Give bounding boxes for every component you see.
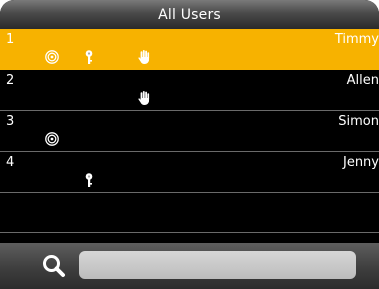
user-id: 2 [6, 73, 15, 88]
table-row[interactable]: 4 Jenny [0, 152, 379, 193]
search-icon[interactable] [40, 252, 68, 280]
user-name: Timmy [334, 32, 379, 47]
search-bar [0, 243, 379, 289]
device-screen: All Users 1 Timmy 2 Allen 3 Simon 4 Jenn… [0, 0, 379, 289]
key-icon [81, 49, 97, 65]
palm-icon [136, 90, 152, 106]
table-row[interactable]: 2 Allen [0, 70, 379, 111]
table-row[interactable]: 1 Timmy [0, 29, 379, 70]
fingerprint-icon [44, 131, 60, 147]
user-id: 1 [6, 32, 15, 47]
user-name: Simon [338, 114, 379, 129]
key-icon [81, 172, 97, 188]
user-id: 4 [6, 155, 15, 170]
page-title: All Users [158, 6, 221, 23]
empty-list-row [0, 193, 379, 233]
palm-icon [136, 49, 152, 65]
user-name: Allen [346, 73, 379, 88]
user-id: 3 [6, 114, 15, 129]
search-input[interactable] [79, 251, 356, 279]
title-bar: All Users [0, 0, 379, 29]
fingerprint-icon [44, 49, 60, 65]
table-row[interactable]: 3 Simon [0, 111, 379, 152]
user-list[interactable]: 1 Timmy 2 Allen 3 Simon 4 Jenny [0, 29, 379, 233]
user-name: Jenny [342, 155, 379, 170]
